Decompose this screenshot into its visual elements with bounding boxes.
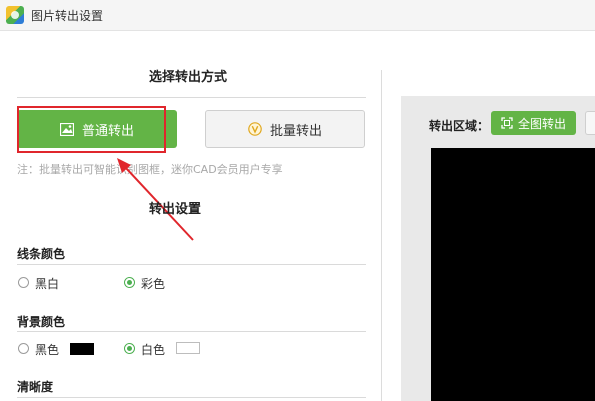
line-color-bw-radio[interactable] bbox=[18, 277, 29, 288]
bg-color-black-label[interactable]: 黑色 bbox=[35, 341, 59, 358]
export-area-label: 转出区域： bbox=[429, 119, 490, 133]
batch-export-label: 批量转出 bbox=[269, 123, 322, 139]
line-color-color-label[interactable]: 彩色 bbox=[141, 275, 165, 292]
frame-icon bbox=[501, 117, 513, 129]
settings-heading: 转出设置 bbox=[149, 202, 202, 217]
bg-color-label: 背景颜色 bbox=[17, 315, 66, 329]
bg-color-white-radio[interactable] bbox=[124, 343, 135, 354]
mode-divider bbox=[17, 97, 366, 98]
line-color-bw-label[interactable]: 黑白 bbox=[35, 275, 59, 292]
white-swatch bbox=[176, 342, 200, 354]
line-color-divider bbox=[17, 264, 366, 265]
mode-heading: 选择转出方式 bbox=[149, 70, 228, 85]
clarity-divider bbox=[17, 397, 366, 398]
panel-divider bbox=[381, 70, 382, 401]
black-swatch bbox=[70, 343, 94, 355]
app-logo-icon bbox=[6, 6, 24, 24]
window-title: 图片转出设置 bbox=[31, 9, 104, 23]
batch-export-button[interactable]: 批量转出 bbox=[205, 110, 365, 148]
bg-color-divider bbox=[17, 331, 366, 332]
title-bar: 图片转出设置 bbox=[0, 0, 595, 31]
full-export-button[interactable]: 全图转出 bbox=[491, 111, 576, 135]
bg-color-black-radio[interactable] bbox=[18, 343, 29, 354]
line-color-label: 线条颜色 bbox=[17, 247, 66, 261]
area-select-button[interactable] bbox=[585, 111, 595, 135]
bg-color-white-label[interactable]: 白色 bbox=[141, 341, 165, 358]
v-badge-icon bbox=[248, 122, 262, 136]
highlight-frame bbox=[17, 106, 166, 153]
clarity-label: 清晰度 bbox=[17, 380, 54, 394]
batch-note: 注：批量转出可智能识别图框，迷你CAD会员用户专享 bbox=[17, 163, 283, 176]
line-color-color-radio[interactable] bbox=[124, 277, 135, 288]
pointer-arrow bbox=[117, 158, 194, 241]
preview-canvas bbox=[431, 148, 595, 401]
full-export-label: 全图转出 bbox=[517, 116, 566, 131]
